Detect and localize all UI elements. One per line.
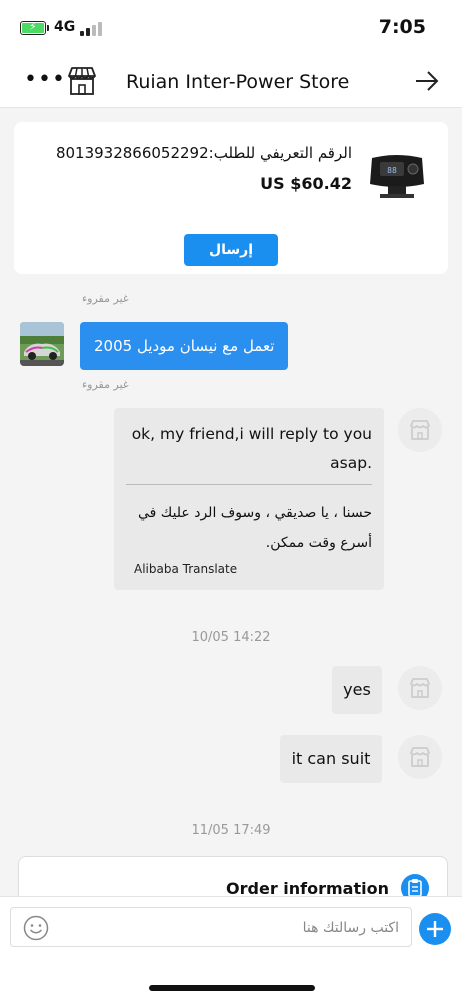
chat-header: ••• Ruian Inter-Power Store bbox=[0, 56, 462, 108]
user-avatar[interactable] bbox=[20, 322, 64, 366]
translated-text: حسنا ، يا صديقي ، وسوف الرد عليك في أسرع… bbox=[137, 505, 372, 551]
product-image[interactable]: 88 bbox=[366, 150, 428, 200]
clock: 7:05 bbox=[378, 16, 426, 38]
store-name[interactable]: Ruian Inter-Power Store bbox=[126, 71, 349, 93]
timestamp: 11/05 17:49 bbox=[191, 823, 271, 838]
arrow-right-icon[interactable] bbox=[414, 68, 440, 94]
status-bar: ⚡ 4G 7:05 bbox=[0, 0, 462, 56]
seller-message-bubble[interactable]: it can suit bbox=[280, 735, 382, 783]
original-text: ok, my friend,i will reply to you asap. bbox=[131, 425, 372, 472]
battery-cap bbox=[47, 25, 49, 31]
translation-source: Alibaba Translate bbox=[134, 562, 238, 576]
timestamp: 10/05 14:22 bbox=[191, 630, 271, 645]
add-button[interactable] bbox=[419, 913, 451, 945]
seller-message-bubble[interactable]: yes bbox=[332, 666, 382, 714]
store-icon[interactable] bbox=[66, 66, 98, 96]
store-avatar[interactable] bbox=[398, 666, 442, 710]
store-avatar[interactable] bbox=[398, 735, 442, 779]
translation-divider bbox=[126, 484, 372, 485]
product-price: US $60.42 bbox=[260, 174, 352, 193]
product-card: الرقم التعريفي للطلب:8013932866052292 US… bbox=[14, 122, 448, 274]
emoji-icon[interactable] bbox=[23, 915, 49, 941]
svg-text:88: 88 bbox=[387, 166, 397, 175]
plus-icon bbox=[427, 921, 443, 937]
store-avatar[interactable] bbox=[398, 408, 442, 452]
unread-label: غير مقروء bbox=[82, 378, 129, 391]
message-input[interactable] bbox=[61, 912, 399, 944]
message-box[interactable] bbox=[10, 907, 412, 947]
battery-icon: ⚡ bbox=[20, 20, 46, 35]
network-type: 4G bbox=[54, 19, 76, 35]
signal-icon bbox=[80, 22, 102, 36]
send-button[interactable]: إرسال bbox=[184, 234, 278, 266]
unread-label: غير مقروء bbox=[82, 292, 129, 305]
input-bar bbox=[0, 896, 462, 1000]
order-number: الرقم التعريفي للطلب:8013932866052292 bbox=[55, 144, 352, 162]
home-indicator bbox=[149, 985, 315, 991]
seller-message-bubble[interactable]: ok, my friend,i will reply to you asap. … bbox=[114, 408, 384, 590]
user-message-bubble[interactable]: تعمل مع نيسان موديل 2005 bbox=[80, 322, 289, 370]
more-icon[interactable]: ••• bbox=[24, 69, 66, 91]
